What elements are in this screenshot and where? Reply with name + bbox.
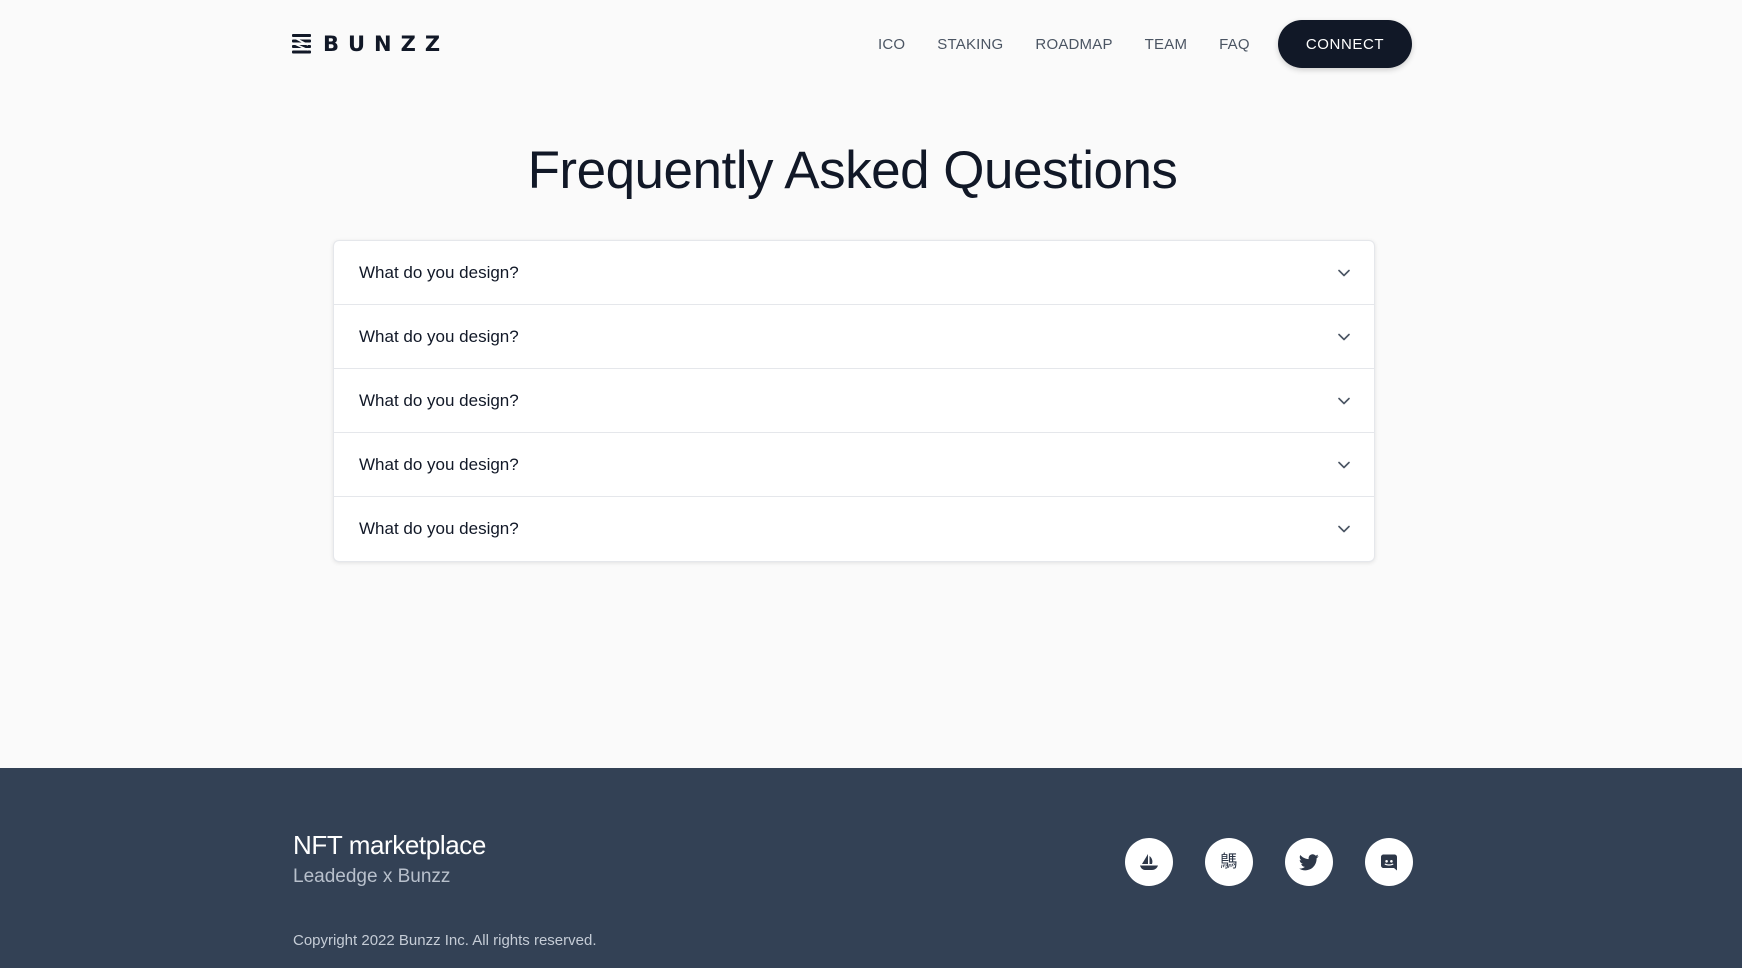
faq-question: What do you design? <box>359 390 519 410</box>
page-title: Frequently Asked Questions <box>527 141 1178 200</box>
opensea-boat-icon <box>1140 854 1158 870</box>
connect-button[interactable]: CONNECT <box>1278 20 1412 68</box>
footer-subtitle: Leadedge x Bunzz <box>293 866 451 887</box>
faq-question: What do you design? <box>359 519 519 538</box>
faq-question: What do you design? <box>359 262 519 282</box>
faq-item[interactable]: What do you design? <box>334 369 1374 433</box>
logo-link[interactable]: BUNZZ <box>292 30 449 58</box>
faq-item[interactable]: What do you design? <box>334 497 1374 561</box>
discord-button[interactable] <box>1365 838 1413 886</box>
faq-item[interactable]: What do you design? <box>334 433 1374 497</box>
chevron-down-icon <box>1338 269 1350 276</box>
site-footer: NFT marketplace Leadedge x Bunzz Copyrig… <box>0 768 1742 968</box>
faq-question: What do you design? <box>359 454 519 474</box>
chevron-down-icon <box>1338 333 1350 340</box>
kanji-icon: 鷌 <box>1220 851 1238 872</box>
nav-item-ico[interactable]: ICO <box>878 36 905 53</box>
main-nav: ICO STAKING ROADMAP TEAM FAQ <box>878 30 1250 58</box>
logo-wordmark: BUNZZ <box>323 32 450 56</box>
social-links: 鷌 <box>1125 838 1413 886</box>
twitter-bird-icon <box>1299 853 1319 870</box>
nav-item-staking[interactable]: STAKING <box>937 36 1003 53</box>
nav-item-faq[interactable]: FAQ <box>1219 36 1250 53</box>
chevron-down-icon <box>1338 397 1350 404</box>
footer-title: NFT marketplace <box>293 830 486 860</box>
discord-icon <box>1381 854 1397 870</box>
nav-item-roadmap[interactable]: ROADMAP <box>1035 36 1112 53</box>
twitter-button[interactable] <box>1285 838 1333 886</box>
faq-item[interactable]: What do you design? <box>334 241 1374 305</box>
chevron-down-icon <box>1338 461 1350 468</box>
layered-stripes-icon <box>292 34 311 54</box>
kanji-link-button[interactable]: 鷌 <box>1205 838 1253 886</box>
copyright-text: Copyright 2022 Bunzz Inc. All rights res… <box>293 932 597 949</box>
opensea-button[interactable] <box>1125 838 1173 886</box>
faq-accordion: What do you design? What do you design? … <box>333 240 1375 562</box>
nav-item-team[interactable]: TEAM <box>1145 36 1187 53</box>
site-header: BUNZZ ICO STAKING ROADMAP TEAM FAQ CONNE… <box>0 0 1742 88</box>
faq-question: What do you design? <box>359 326 519 346</box>
chevron-down-icon <box>1338 525 1350 533</box>
faq-item[interactable]: What do you design? <box>334 305 1374 369</box>
